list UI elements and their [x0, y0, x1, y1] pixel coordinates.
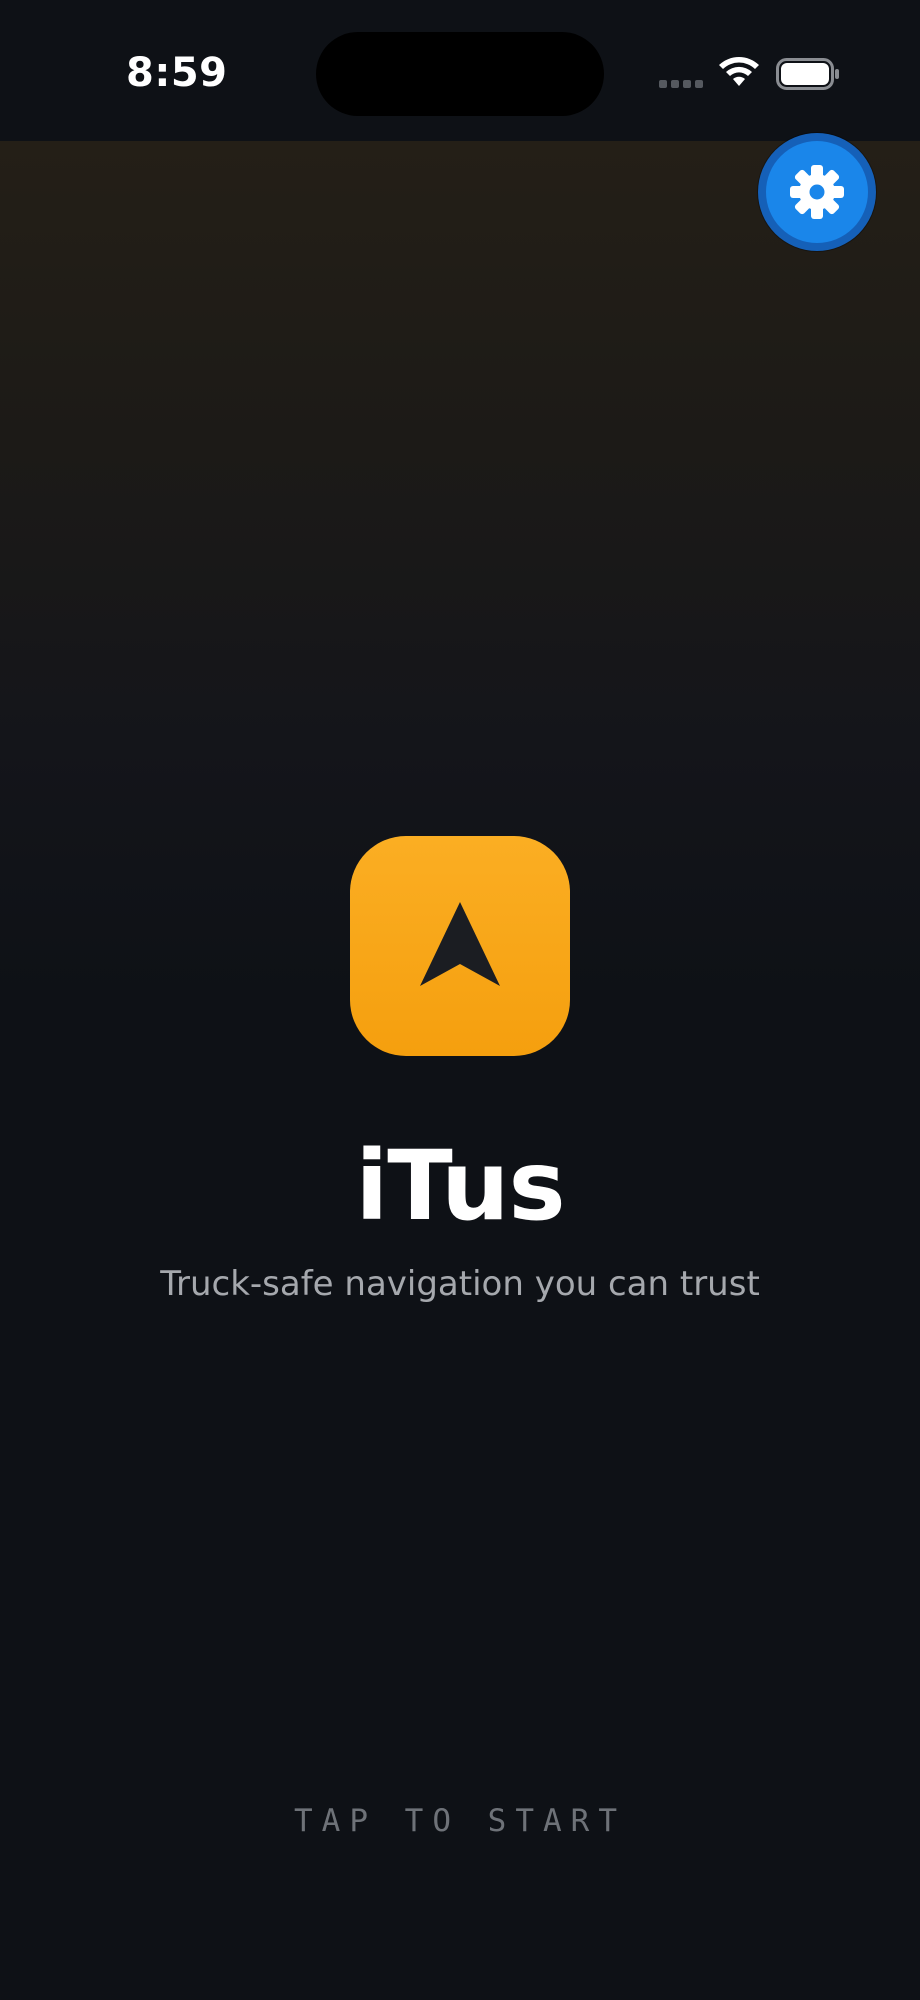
navigation-arrow-icon [420, 902, 500, 986]
status-time: 8:59 [126, 50, 228, 96]
app-title: iTus [355, 1130, 565, 1242]
tap-to-start-prompt[interactable]: TAP TO START [0, 1803, 920, 1839]
splash-screen[interactable]: 8:59 iTus Truck-safe navigation you can … [0, 0, 920, 2000]
settings-button[interactable] [758, 133, 876, 251]
app-logo [350, 836, 570, 1056]
gear-icon [790, 165, 844, 219]
dynamic-island [316, 32, 604, 116]
wifi-icon [719, 57, 759, 86]
app-tagline: Truck-safe navigation you can trust [160, 1264, 760, 1304]
status-bar: 8:59 [0, 0, 920, 141]
cellular-signal-icon [659, 80, 703, 88]
battery-icon [776, 58, 839, 90]
